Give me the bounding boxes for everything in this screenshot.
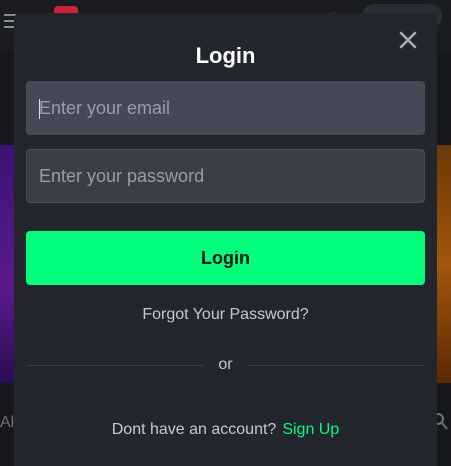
divider-line-right [248, 365, 425, 366]
login-button[interactable]: Login [26, 231, 425, 285]
login-modal: Login Login Forgot Your Password? or Don… [14, 13, 437, 466]
close-icon[interactable] [396, 28, 420, 52]
modal-title: Login [195, 43, 256, 68]
password-field[interactable] [26, 149, 425, 203]
text-caret [39, 99, 40, 119]
background-banner-left [0, 145, 14, 383]
forgot-password-link[interactable]: Forgot Your Password? [14, 306, 437, 324]
no-account-text: Dont have an account? [111, 421, 277, 438]
sign-up-link[interactable]: Sign Up [282, 421, 339, 438]
signup-row: Dont have an account? Sign Up [14, 421, 437, 439]
background-banner-right [437, 145, 451, 383]
email-field[interactable] [26, 81, 425, 135]
page: All Login Login Forgot Your Password? or… [0, 0, 451, 466]
